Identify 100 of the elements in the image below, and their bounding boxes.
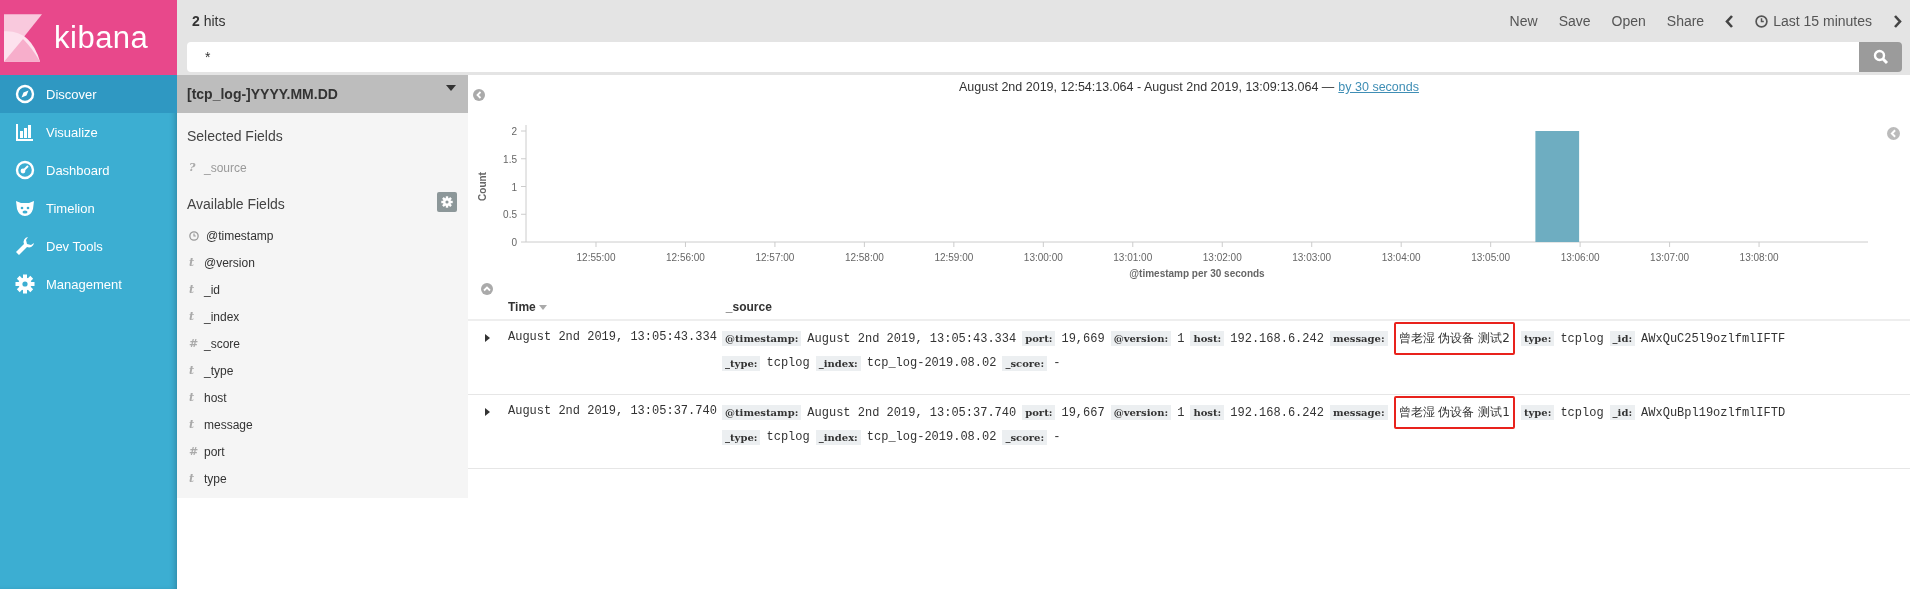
field-item[interactable]: t _index <box>177 303 468 330</box>
field-key: _index: <box>815 355 861 371</box>
field-key: _type: <box>722 355 761 371</box>
field-value: AWxQuBpl19ozlfmlIFTD <box>1641 404 1786 421</box>
axis-tick-label: 13:07:00 <box>1650 252 1690 263</box>
axis-tick-label: 13:01:00 <box>1113 252 1153 263</box>
field-settings-button[interactable] <box>437 191 457 212</box>
wrench-icon <box>15 236 35 256</box>
field-value: tcplog <box>766 355 810 371</box>
expand-caret-icon[interactable] <box>485 334 490 342</box>
axis-tick-label: 1.5 <box>503 153 517 165</box>
axis-title: @timestamp per 30 seconds <box>1129 268 1265 279</box>
field-key: message: <box>1329 405 1388 420</box>
collapse-up-icon[interactable] <box>481 283 493 295</box>
field-key: _score: <box>1002 429 1048 445</box>
menu-link[interactable]: Share <box>1666 13 1705 29</box>
column-header[interactable]: Time <box>508 300 536 314</box>
field-item[interactable]: t type <box>177 465 468 492</box>
axis-tick-label: 12:56:00 <box>666 252 705 263</box>
field-item[interactable]: # port <box>177 438 468 465</box>
field-value: AWxQuC25l9ozlfmlIFTF <box>1641 330 1786 347</box>
axis-tick-label: 2 <box>511 126 517 137</box>
search-icon <box>1872 49 1889 65</box>
field-item[interactable]: # _score <box>177 330 468 357</box>
clock-icon <box>189 230 199 241</box>
chevron-left-icon[interactable] <box>1725 14 1735 28</box>
clock-icon <box>1755 14 1769 28</box>
axis-tick-label: 12:59:00 <box>934 252 974 263</box>
field-value: 1 <box>1177 330 1185 347</box>
interval-link[interactable]: by 30 seconds <box>1338 80 1419 94</box>
index-pattern-selector[interactable]: [tcp_log-]YYYY.MM.DD <box>177 75 468 113</box>
axis-tick-label: 13:00:00 <box>1023 252 1063 263</box>
axis-tick-label: 1 <box>511 181 517 193</box>
field-value: 19,667 <box>1061 404 1105 421</box>
axis-tick-label: 12:58:00 <box>844 252 884 263</box>
field-key: message: <box>1329 331 1388 346</box>
logo-icon <box>4 13 42 62</box>
bear-face-icon <box>15 199 35 217</box>
collapse-right-icon[interactable] <box>1887 127 1900 140</box>
field-item[interactable]: t message <box>177 411 468 438</box>
field-item[interactable]: @timestamp <box>177 222 468 249</box>
axis-tick-label: 13:02:00 <box>1202 252 1242 263</box>
gauge-icon <box>15 160 35 180</box>
table-cell-text: August 2nd 2019, 13:05:43.334 <box>508 330 718 344</box>
hits-count: 2 hits <box>191 13 226 29</box>
field-value: - <box>1053 355 1061 371</box>
field-key: host: <box>1190 331 1225 346</box>
field-value: tcplog <box>766 429 810 445</box>
field-key: port: <box>1022 331 1056 346</box>
field-key: @version: <box>1110 331 1172 346</box>
settings-icon <box>15 274 35 294</box>
collapse-left-icon[interactable] <box>473 89 485 101</box>
time-range-text: August 2nd 2019, 12:54:13.064 - August 2nd 2019, 13:09:13.064 — <box>959 80 1335 94</box>
highlighted-field-value: 曾老湿 伪设备 测试1 <box>1393 396 1515 429</box>
column-header: _source <box>725 300 772 314</box>
field-item[interactable]: t _type <box>177 357 468 384</box>
field-key: type: <box>1520 405 1555 420</box>
axis-tick-label: 13:05:00 <box>1471 252 1511 263</box>
field-value: 19,669 <box>1061 330 1105 347</box>
field-key: type: <box>1520 331 1555 346</box>
field-key: @version: <box>1110 405 1172 420</box>
field-value: August 2nd 2019, 13:05:37.740 <box>807 404 1017 421</box>
query-input[interactable]: * <box>187 42 1859 72</box>
axis-tick-label: 12:55:00 <box>576 252 616 263</box>
field-value: tcplog <box>1560 330 1604 347</box>
field-value: 192.168.6.242 <box>1230 330 1324 347</box>
field-value: tcplog <box>1560 404 1604 421</box>
axis-tick-label: 13:03:00 <box>1292 252 1332 263</box>
time-picker[interactable]: Last 15 minutes <box>1755 13 1872 29</box>
field-item[interactable]: t _id <box>177 276 468 303</box>
axis-tick-label: 0.5 <box>503 209 517 221</box>
field-value: August 2nd 2019, 13:05:43.334 <box>807 330 1017 347</box>
table-cell-text: August 2nd 2019, 13:05:37.740 <box>508 404 718 418</box>
field-value: tcp_log-2019.08.02 <box>866 429 997 445</box>
menu-link[interactable]: Save <box>1558 13 1591 29</box>
expand-caret-icon[interactable] <box>485 408 490 416</box>
field-key: _score: <box>1002 355 1048 371</box>
field-value: - <box>1053 429 1061 445</box>
field-key: @timestamp: <box>722 331 802 346</box>
axis-tick-label: 13:06:00 <box>1560 252 1600 263</box>
caret-icon <box>446 85 456 91</box>
field-key: _index: <box>815 429 861 445</box>
axis-tick-label: 0 <box>511 237 517 248</box>
highlighted-field-value: 曾老湿 伪设备 测试2 <box>1393 322 1515 355</box>
chevron-right-icon[interactable] <box>1893 14 1902 28</box>
search-button[interactable] <box>1859 42 1902 72</box>
field-key: @timestamp: <box>722 405 802 420</box>
settings-icon <box>441 195 453 208</box>
sort-caret-icon[interactable] <box>538 304 547 310</box>
field-key: port: <box>1022 405 1056 420</box>
field-item[interactable]: t host <box>177 384 468 411</box>
field-key: _type: <box>722 429 761 445</box>
histogram-bar[interactable] <box>1535 131 1580 242</box>
field-value: 192.168.6.242 <box>1230 404 1324 421</box>
section-title: Available Fields <box>186 195 286 214</box>
axis-tick-label: 13:04:00 <box>1381 252 1421 263</box>
field-item[interactable]: t @version <box>177 249 468 276</box>
menu-link[interactable]: Open <box>1611 13 1646 29</box>
menu-link[interactable]: New <box>1509 13 1538 29</box>
axis-tick-label: 13:08:00 <box>1739 252 1779 263</box>
